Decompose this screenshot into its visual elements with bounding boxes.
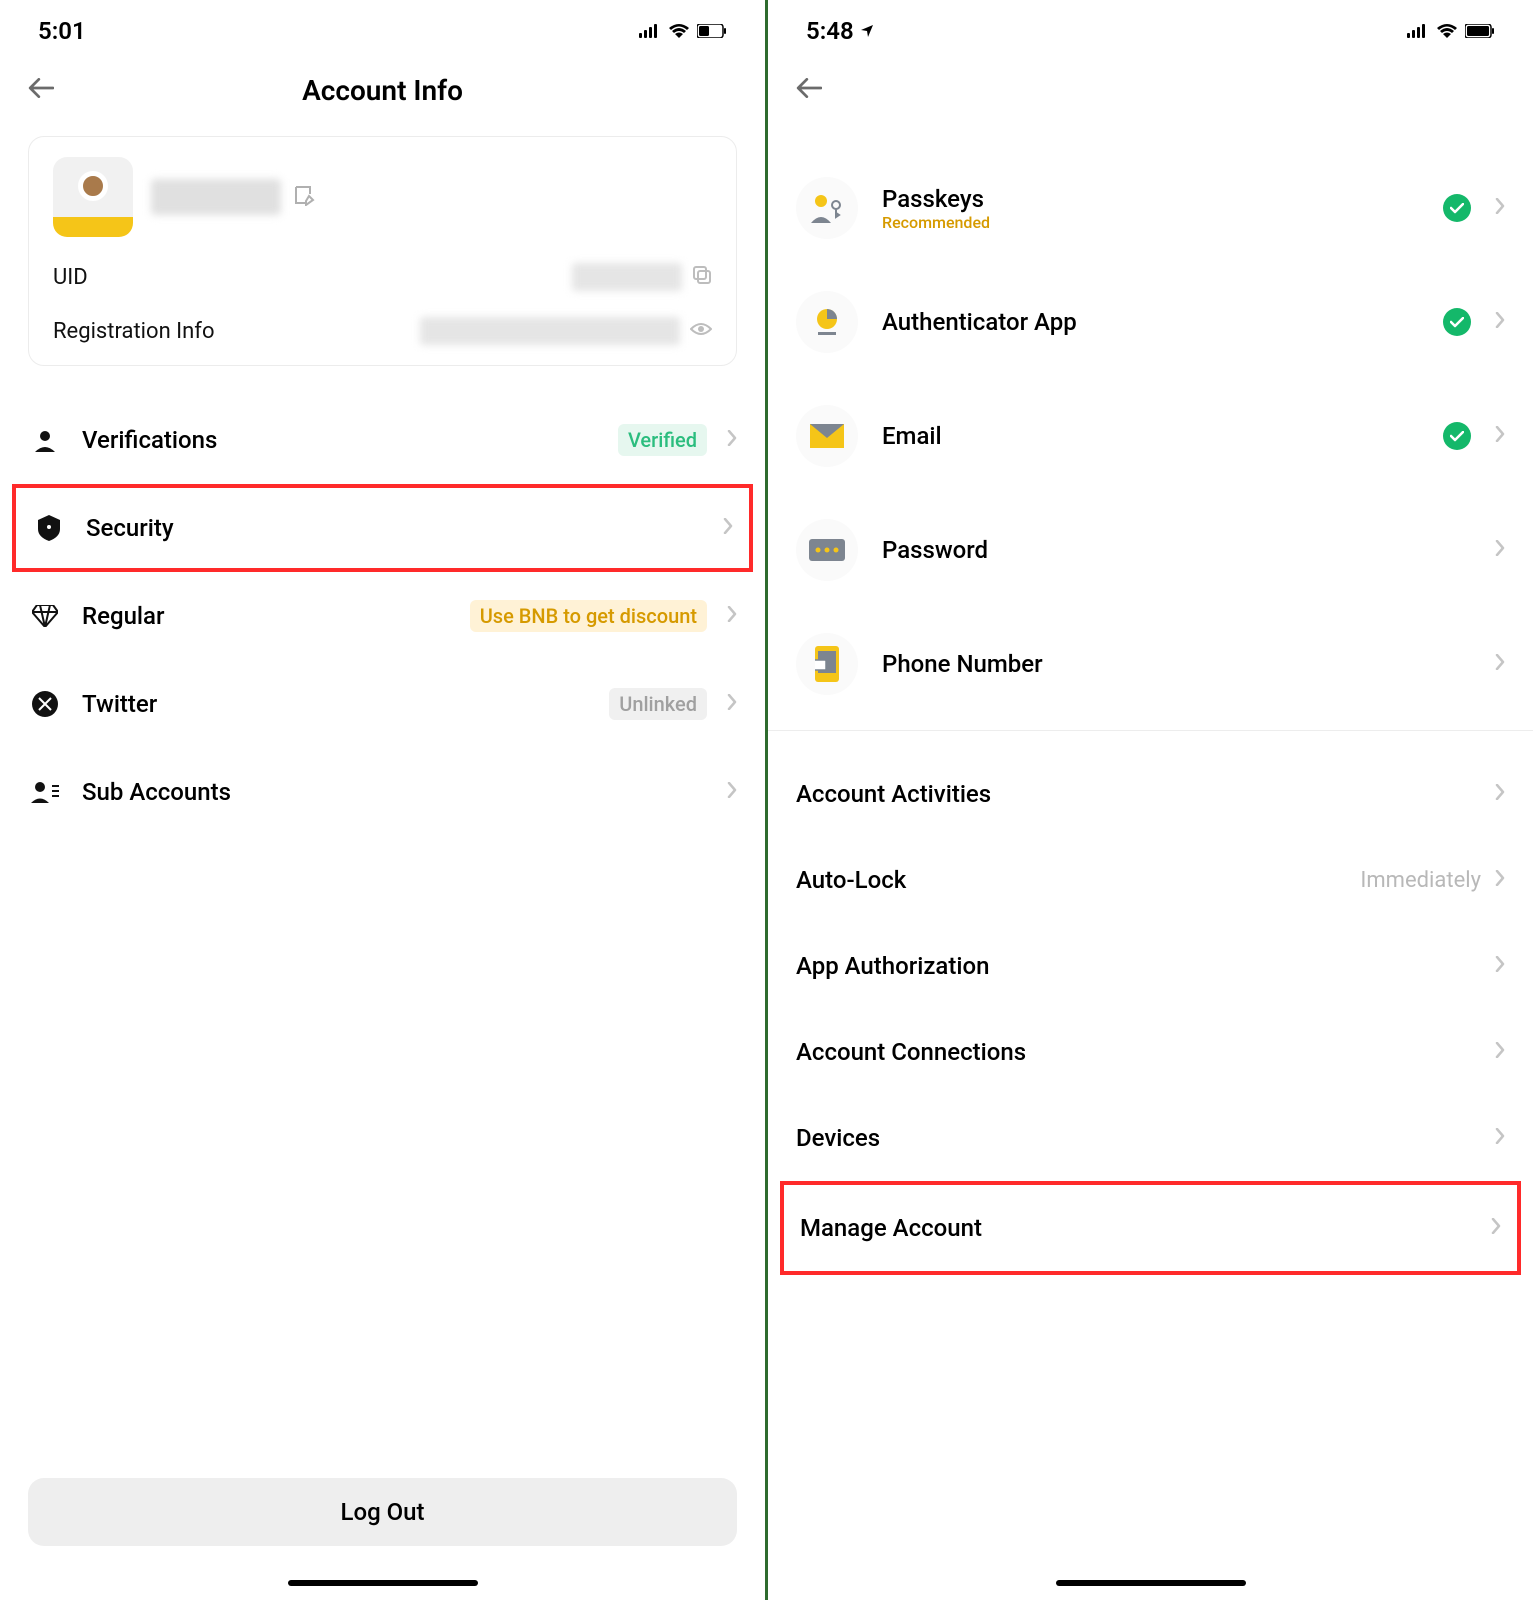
verified-badge: Verified: [618, 424, 707, 456]
account-menu: Verifications Verified Security Regular …: [28, 396, 737, 836]
email-icon: [796, 405, 858, 467]
wifi-icon: [669, 24, 689, 38]
people-icon: [28, 781, 62, 803]
status-time: 5:01: [38, 17, 86, 45]
left-phone-account-info: 5:01 Account Info: [0, 0, 765, 1600]
row-account-connections[interactable]: Account Connections: [796, 1009, 1505, 1095]
avatar: [53, 157, 133, 237]
chevron-right-icon: [1495, 198, 1505, 218]
home-indicator: [288, 1580, 478, 1586]
wifi-icon: [1437, 24, 1457, 38]
unlinked-badge: Unlinked: [609, 688, 707, 720]
row-account-activities[interactable]: Account Activities: [796, 751, 1505, 837]
chevron-right-icon: [727, 782, 737, 802]
chevron-right-icon: [727, 694, 737, 714]
chevron-right-icon: [1495, 540, 1505, 560]
row-devices[interactable]: Devices: [796, 1095, 1505, 1181]
menu-sub-accounts[interactable]: Sub Accounts: [28, 748, 737, 836]
divider: [768, 730, 1533, 731]
battery-icon: [1465, 24, 1495, 38]
row-manage-account[interactable]: Manage Account: [780, 1181, 1521, 1275]
row-authenticator[interactable]: Authenticator App: [796, 266, 1505, 378]
chevron-right-icon: [727, 606, 737, 626]
status-bar: 5:01: [28, 0, 737, 54]
row-passkeys[interactable]: Passkeys Recommended: [796, 152, 1505, 264]
chevron-right-icon: [727, 430, 737, 450]
reginfo-label: Registration Info: [53, 319, 215, 344]
chevron-right-icon: [1495, 654, 1505, 674]
security-methods: Passkeys Recommended Authenticator App E…: [796, 152, 1505, 720]
chevron-right-icon: [723, 518, 733, 538]
row-label: Passkeys: [882, 185, 1419, 213]
row-phone[interactable]: Phone Number: [796, 608, 1505, 720]
menu-label: Twitter: [82, 690, 589, 718]
row-password[interactable]: Password: [796, 494, 1505, 606]
menu-verifications[interactable]: Verifications Verified: [28, 396, 737, 484]
reginfo-value-redacted: [420, 317, 680, 345]
chevron-right-icon: [1495, 1128, 1505, 1148]
row-label: Phone Number: [882, 650, 1471, 678]
authenticator-icon: [796, 291, 858, 353]
bnb-badge: Use BNB to get discount: [470, 600, 707, 632]
check-icon: [1443, 422, 1471, 450]
page-title: Account Info: [28, 74, 737, 107]
copy-icon[interactable]: [692, 265, 712, 289]
row-app-authorization[interactable]: App Authorization: [796, 923, 1505, 1009]
row-email[interactable]: Email: [796, 380, 1505, 492]
row-auto-lock[interactable]: Auto-Lock Immediately: [796, 837, 1505, 923]
home-indicator: [1056, 1580, 1246, 1586]
shield-icon: [32, 515, 66, 541]
menu-security[interactable]: Security: [12, 484, 753, 572]
profile-card: UID Registration Info: [28, 136, 737, 366]
row-label: Password: [882, 536, 1471, 564]
logout-button[interactable]: Log Out: [28, 1478, 737, 1546]
menu-regular[interactable]: Regular Use BNB to get discount: [28, 572, 737, 660]
chevron-right-icon: [1495, 784, 1505, 804]
status-bar: 5:48: [796, 0, 1505, 54]
chevron-right-icon: [1495, 956, 1505, 976]
check-icon: [1443, 194, 1471, 222]
passkey-icon: [796, 177, 858, 239]
phone-icon: [796, 633, 858, 695]
signal-icon: [639, 24, 661, 38]
diamond-icon: [28, 605, 62, 627]
chevron-right-icon: [1495, 870, 1505, 890]
recommended-label: Recommended: [882, 213, 1419, 232]
username-redacted: [151, 179, 281, 215]
chevron-right-icon: [1495, 426, 1505, 446]
nav-bar: [796, 54, 1505, 126]
menu-label: Verifications: [82, 426, 598, 454]
right-phone-security: 5:48 Passkeys Recommended: [768, 0, 1533, 1600]
autolock-value: Immediately: [1360, 868, 1481, 893]
row-label: Authenticator App: [882, 308, 1419, 336]
back-button[interactable]: [796, 78, 822, 102]
nav-bar: Account Info: [28, 54, 737, 126]
chevron-right-icon: [1495, 312, 1505, 332]
battery-icon: [697, 24, 727, 38]
eye-icon[interactable]: [690, 321, 712, 341]
password-icon: [796, 519, 858, 581]
menu-twitter[interactable]: Twitter Unlinked: [28, 660, 737, 748]
menu-label: Regular: [82, 602, 450, 630]
menu-label: Security: [86, 514, 703, 542]
menu-label: Sub Accounts: [82, 778, 707, 806]
location-icon: [860, 24, 874, 38]
edit-icon[interactable]: [293, 184, 315, 210]
check-icon: [1443, 308, 1471, 336]
twitter-x-icon: [28, 691, 62, 717]
uid-value-redacted: [572, 263, 682, 291]
status-time: 5:48: [806, 17, 854, 45]
signal-icon: [1407, 24, 1429, 38]
row-label: Email: [882, 422, 1419, 450]
chevron-right-icon: [1491, 1218, 1501, 1238]
chevron-right-icon: [1495, 1042, 1505, 1062]
uid-label: UID: [53, 265, 88, 290]
person-icon: [28, 428, 62, 452]
